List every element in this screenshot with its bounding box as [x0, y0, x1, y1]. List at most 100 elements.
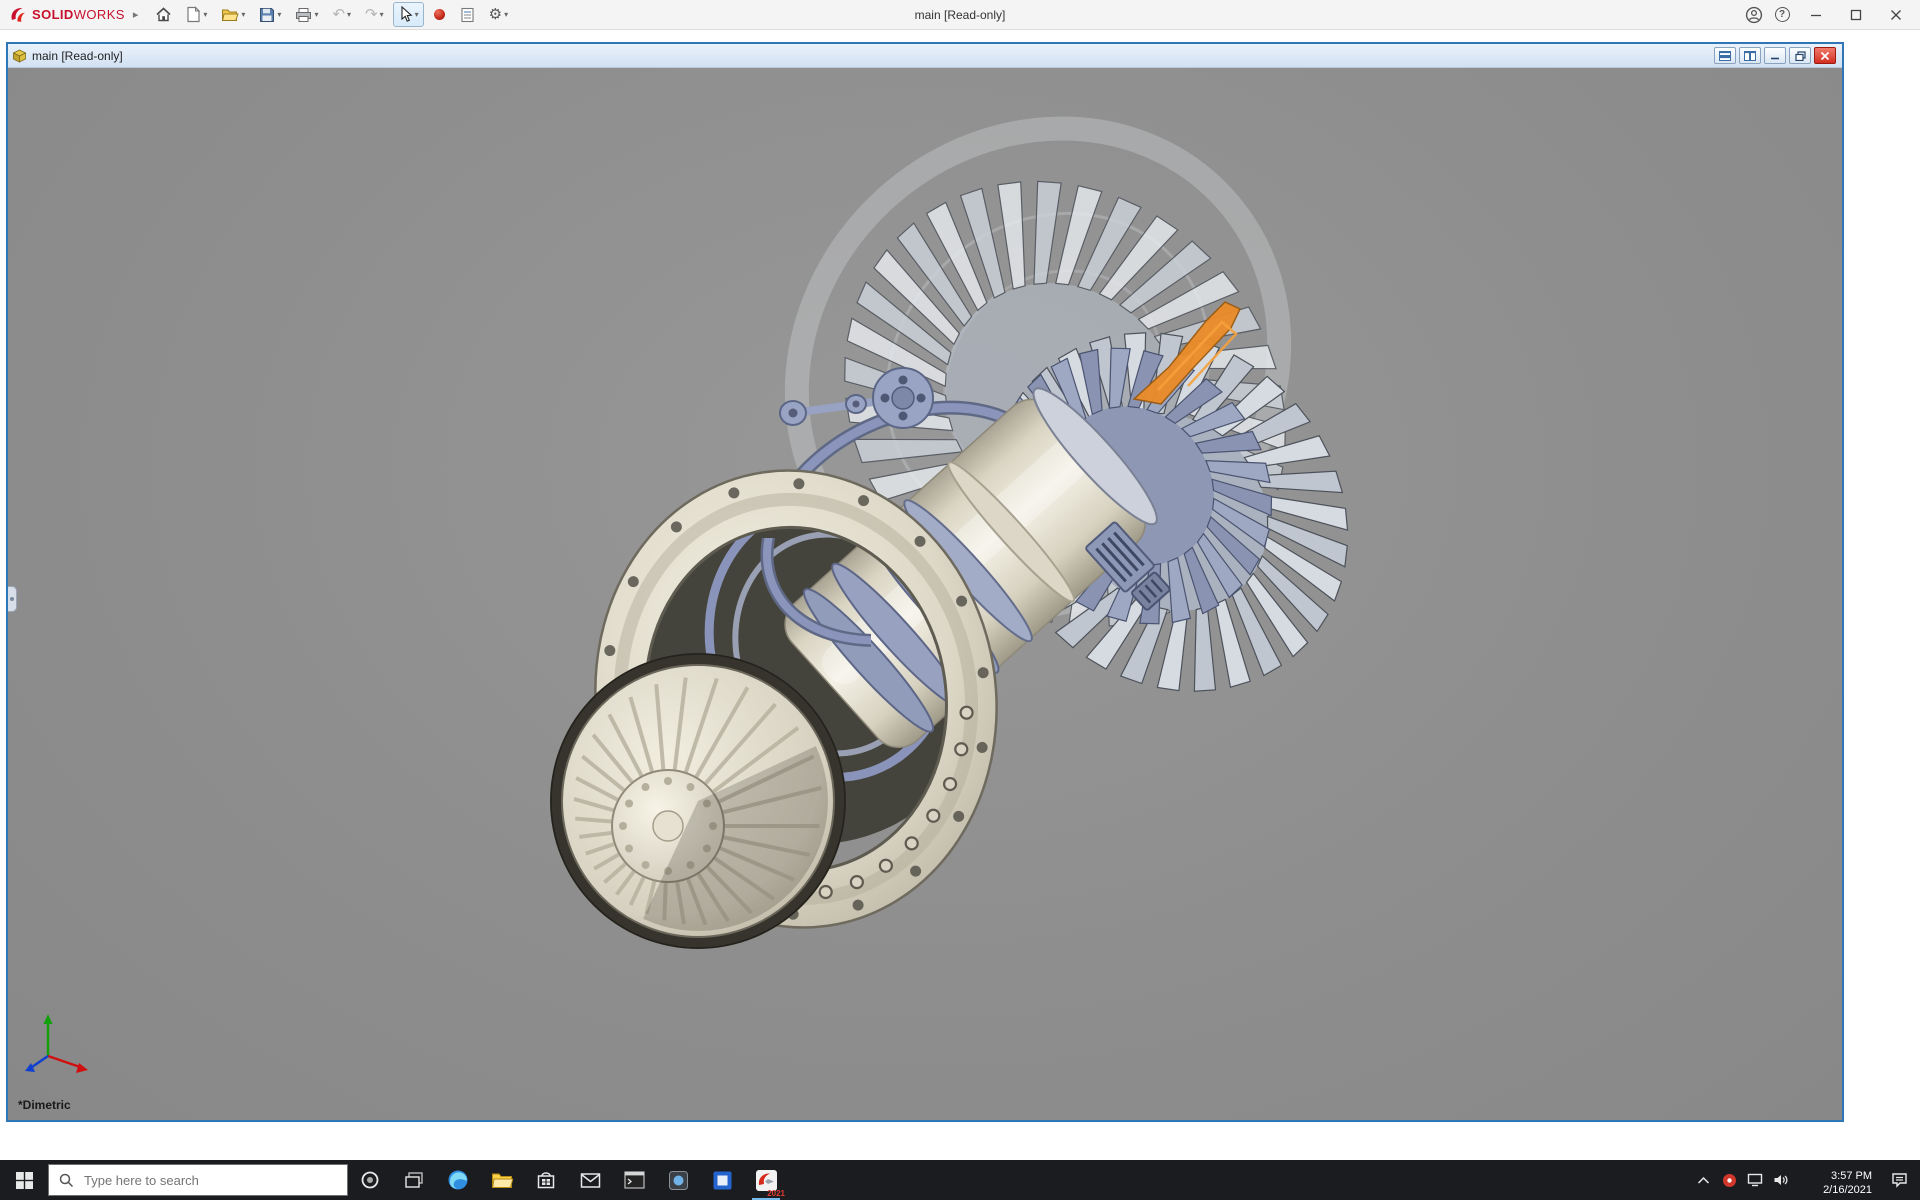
assembly-cube-icon — [12, 49, 27, 63]
app-minimize-button[interactable] — [1796, 0, 1836, 29]
app-titlebar: SOLIDWORKS ▸ ▾ ▾ ▾ — [0, 0, 1920, 30]
app-store-button[interactable] — [524, 1160, 568, 1200]
new-document-caret[interactable]: ▾ — [203, 11, 207, 19]
maximize-icon — [1850, 9, 1862, 21]
app-file-explorer-button[interactable] — [480, 1160, 524, 1200]
app-solidworks-button[interactable]: 2021 — [744, 1160, 788, 1200]
tray-display-button[interactable] — [1742, 1160, 1768, 1200]
cortana-button[interactable] — [348, 1160, 392, 1200]
open-caret[interactable]: ▾ — [241, 11, 245, 19]
save-button[interactable]: ▾ — [254, 3, 286, 27]
app-close-button[interactable] — [1876, 0, 1916, 29]
new-document-button[interactable]: ▾ — [181, 2, 212, 27]
clock-time: 3:57 PM — [1796, 1169, 1872, 1183]
engine-3d-model[interactable] — [8, 68, 1842, 1120]
doc-close-icon — [1820, 51, 1830, 61]
xpress-products-button[interactable] — [428, 4, 451, 25]
new-document-icon — [186, 6, 201, 23]
redo-caret[interactable]: ▾ — [380, 11, 384, 19]
doc-restore-button[interactable] — [1789, 47, 1811, 64]
file-explorer-icon — [491, 1171, 513, 1190]
mail-icon — [580, 1172, 601, 1189]
taskbar-spacer — [788, 1160, 1690, 1200]
save-icon — [259, 7, 275, 23]
photos-icon — [668, 1170, 689, 1191]
flyout-dot — [10, 597, 14, 601]
account-button[interactable] — [1740, 1, 1768, 29]
tile-horizontal-button[interactable] — [1714, 47, 1736, 64]
home-icon — [155, 6, 172, 23]
tile-horizontal-icon — [1719, 51, 1731, 61]
doc-minimize-icon — [1770, 51, 1780, 60]
gear-icon: ⚙ — [489, 7, 502, 23]
app-edge-button[interactable] — [436, 1160, 480, 1200]
chevron-up-icon — [1697, 1176, 1710, 1185]
action-center-icon — [1891, 1172, 1908, 1188]
search-input[interactable] — [82, 1172, 322, 1189]
print-icon — [295, 7, 312, 23]
account-icon — [1745, 6, 1763, 24]
solidworks-logo: SOLIDWORKS — [4, 5, 131, 25]
tray-antivirus-button[interactable] — [1716, 1160, 1742, 1200]
taskbar-search-box[interactable] — [48, 1164, 348, 1196]
redo-icon: ↷ — [365, 7, 378, 23]
print-caret[interactable]: ▾ — [314, 11, 318, 19]
start-button[interactable] — [0, 1160, 48, 1200]
undo-button[interactable]: ↶ ▾ — [327, 3, 356, 27]
tray-volume-button[interactable] — [1768, 1160, 1794, 1200]
app-photos-button[interactable] — [656, 1160, 700, 1200]
graphics-viewport[interactable]: *Dimetric — [8, 68, 1842, 1120]
app-blue-tile-button[interactable] — [700, 1160, 744, 1200]
task-view-icon — [404, 1171, 424, 1189]
red-sphere-icon — [433, 8, 446, 21]
save-caret[interactable]: ▾ — [277, 11, 281, 19]
store-icon — [536, 1170, 556, 1190]
options-button[interactable]: ⚙ ▾ — [484, 3, 513, 27]
close-icon — [1890, 9, 1902, 21]
home-button[interactable] — [150, 2, 177, 27]
select-tool-caret[interactable]: ▾ — [415, 11, 419, 19]
doc-minimize-button[interactable] — [1764, 47, 1786, 64]
view-orientation-label: *Dimetric — [18, 1098, 71, 1112]
app-maximize-button[interactable] — [1836, 0, 1876, 29]
search-icon — [59, 1173, 74, 1188]
doc-close-button[interactable] — [1814, 47, 1836, 64]
tile-vertical-button[interactable] — [1739, 47, 1761, 64]
orientation-triad — [25, 1014, 88, 1073]
system-tray: 3:57 PM 2/16/2021 — [1690, 1160, 1920, 1200]
menu-expand-chevron[interactable]: ▸ — [131, 8, 149, 21]
document-title: main [Read-only] — [32, 49, 123, 63]
app-console-button[interactable] — [612, 1160, 656, 1200]
tray-expand-button[interactable] — [1690, 1160, 1716, 1200]
select-cursor-icon — [398, 6, 413, 23]
options-caret[interactable]: ▾ — [504, 11, 508, 19]
minimize-icon — [1810, 9, 1822, 21]
solidworks-logo-icon — [8, 5, 28, 25]
taskbar-clock[interactable]: 3:57 PM 2/16/2021 — [1794, 1163, 1878, 1197]
clock-date: 2/16/2021 — [1796, 1183, 1872, 1197]
app-mail-button[interactable] — [568, 1160, 612, 1200]
featuremanager-flyout-tab[interactable] — [8, 586, 17, 612]
client-area: main [Read-only] — [0, 30, 1920, 1160]
action-center-button[interactable] — [1878, 1172, 1920, 1188]
windows-taskbar: 2021 — [0, 1160, 1920, 1200]
undo-caret[interactable]: ▾ — [347, 11, 351, 19]
redo-button[interactable]: ↷ ▾ — [360, 3, 389, 27]
brand-secondary: WORKS — [74, 7, 125, 22]
properties-button[interactable] — [455, 3, 480, 27]
open-folder-icon — [221, 7, 239, 23]
task-view-button[interactable] — [392, 1160, 436, 1200]
tile-vertical-icon — [1744, 51, 1756, 61]
display-icon — [1747, 1173, 1763, 1187]
open-button[interactable]: ▾ — [216, 3, 250, 27]
help-icon: ? — [1775, 7, 1790, 22]
properties-icon — [460, 7, 475, 23]
help-button[interactable]: ? — [1768, 1, 1796, 29]
exhaust-assembly[interactable] — [550, 653, 846, 949]
app-window-title: main [Read-only] — [0, 8, 1920, 22]
select-tool-button[interactable]: ▾ — [393, 2, 424, 27]
edge-icon — [447, 1169, 469, 1191]
console-window-icon — [624, 1171, 645, 1189]
document-titlebar[interactable]: main [Read-only] — [8, 44, 1842, 68]
print-button[interactable]: ▾ — [290, 3, 323, 27]
